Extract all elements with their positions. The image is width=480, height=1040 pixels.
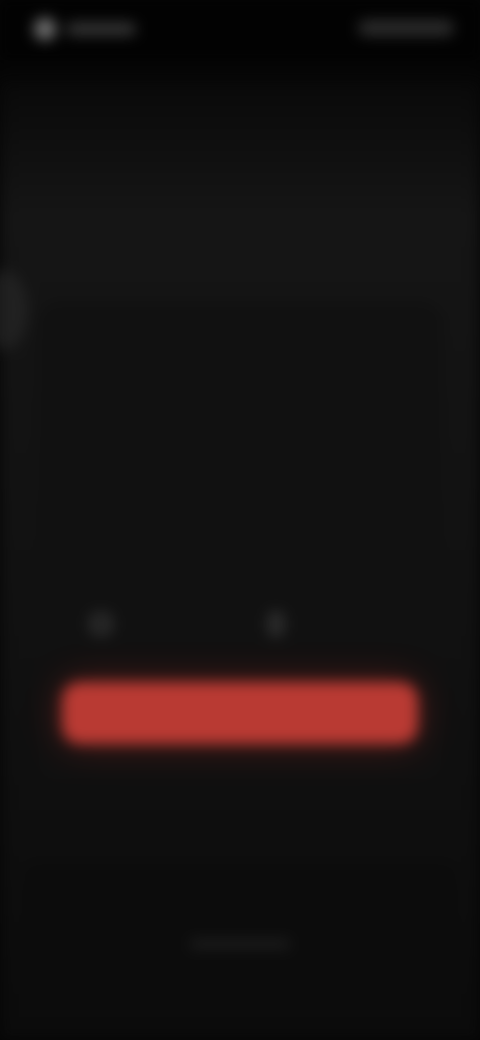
logo-icon	[34, 18, 56, 40]
option-left[interactable]	[92, 612, 120, 636]
status-bar-right-text	[358, 20, 454, 36]
option-right[interactable]	[270, 612, 292, 636]
phone-icon	[270, 614, 282, 634]
home-indicator	[190, 940, 290, 948]
status-bar	[0, 0, 480, 60]
status-bar-left-text	[66, 23, 136, 35]
app-screen	[0, 0, 480, 1040]
checkbox-icon[interactable]	[92, 615, 110, 633]
primary-button[interactable]	[62, 682, 418, 744]
bottom-panel	[22, 860, 458, 970]
status-bar-left	[34, 18, 136, 40]
